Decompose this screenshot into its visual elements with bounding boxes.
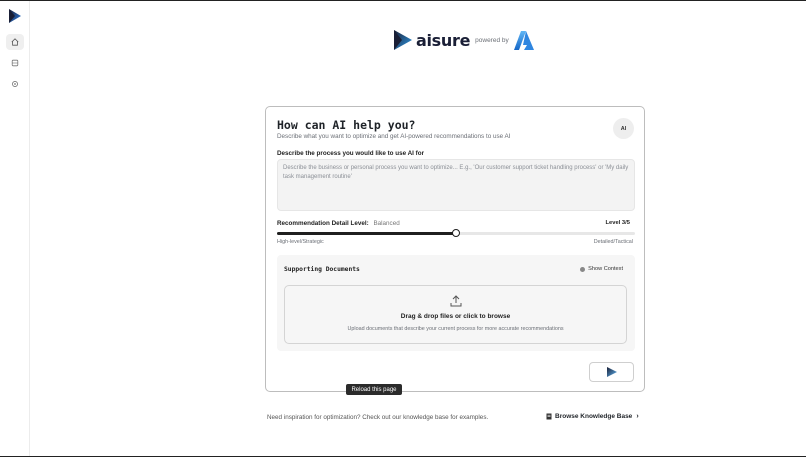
file-dropzone[interactable]: Drag & drop files or click to browse Upl… — [284, 285, 627, 344]
knowledge-base-label: Browse Knowledge Base — [555, 413, 633, 420]
level-indicator: Level 3/5 — [605, 220, 631, 226]
process-placeholder: Describe the business or personal proces… — [283, 165, 629, 180]
show-context-label: Show Context — [588, 266, 623, 272]
chevron-right-icon: › — [636, 413, 639, 420]
home-icon — [11, 38, 19, 46]
slider-min-label: High-level/Strategic — [277, 239, 324, 245]
powered-by-label: powered by — [475, 36, 509, 44]
ai-badge: AI — [613, 118, 634, 139]
slider-max-label: Detailed/Tactical — [593, 239, 633, 245]
card-title: How can AI help you? — [277, 118, 416, 132]
aisure-logo-icon — [394, 30, 412, 50]
document-icon — [546, 413, 552, 420]
card-subtitle: Describe what you want to optimize and g… — [277, 133, 511, 140]
dropzone-sub-text: Upload documents that describe your curr… — [347, 326, 564, 332]
show-context-toggle[interactable]: Show Context — [580, 266, 623, 272]
grid-icon — [11, 59, 19, 67]
supporting-documents-title: Supporting Documents — [284, 266, 360, 273]
context-dot-icon — [580, 266, 586, 272]
detail-level-value: Balanced — [373, 220, 400, 227]
browse-knowledge-base-link[interactable]: Browse Knowledge Base › — [546, 413, 639, 420]
detail-level-slider[interactable] — [277, 229, 635, 237]
submit-button[interactable] — [589, 362, 634, 382]
process-description-input[interactable]: Describe the business or personal proces… — [277, 159, 635, 211]
process-label: Describe the process you would like to u… — [277, 150, 425, 157]
slider-thumb[interactable] — [452, 229, 460, 237]
sidebar — [0, 1, 30, 456]
submit-arrow-icon — [606, 367, 617, 377]
app-logo-icon[interactable] — [8, 8, 22, 24]
detail-level-label: Recommendation Detail Level: — [277, 220, 369, 227]
ai-help-card: How can AI help you? Describe what you w… — [265, 106, 645, 392]
upload-icon — [450, 295, 462, 307]
sidebar-item-settings[interactable] — [6, 76, 24, 92]
sidebar-item-grid[interactable] — [6, 55, 24, 71]
reload-tooltip: Reload this page — [346, 384, 402, 395]
supporting-documents-panel: Supporting Documents Show Context Drag &… — [277, 255, 635, 351]
sidebar-item-home[interactable] — [6, 34, 24, 50]
azure-logo-icon — [513, 30, 534, 50]
settings-icon — [12, 81, 18, 87]
dropzone-main-text: Drag & drop files or click to browse — [400, 313, 511, 320]
footer-text: Need inspiration for optimization? Check… — [267, 414, 489, 421]
brand-name: aisure — [416, 30, 471, 50]
detail-level-row: Recommendation Detail Level: Balanced — [277, 220, 400, 227]
slider-fill — [277, 232, 456, 235]
brand-header: aisure powered by — [393, 28, 534, 52]
